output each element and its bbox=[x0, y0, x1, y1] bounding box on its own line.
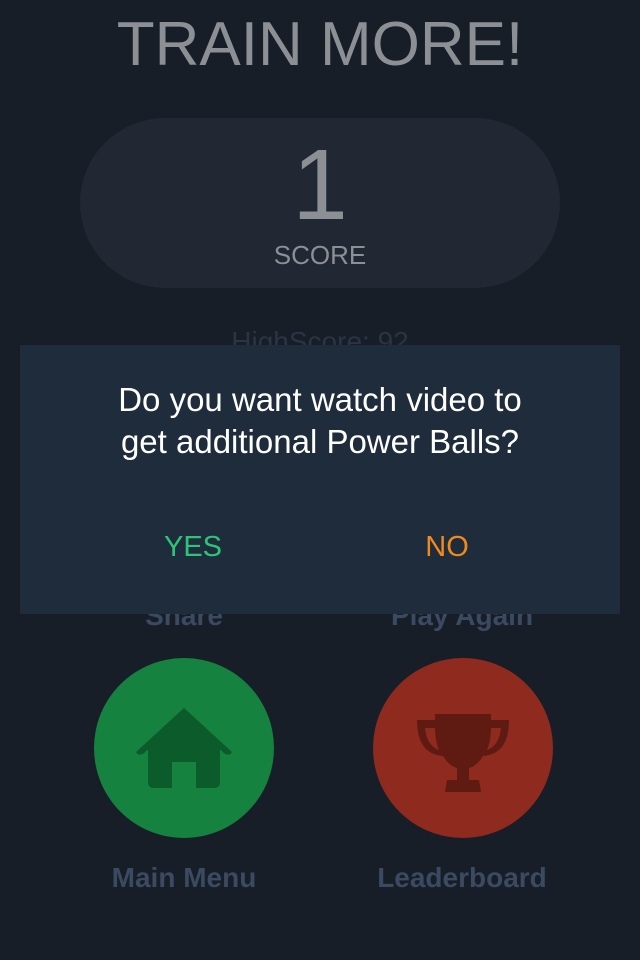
yes-button[interactable]: YES bbox=[93, 529, 293, 565]
score-label: SCORE bbox=[273, 240, 367, 270]
leaderboard-button[interactable] bbox=[373, 658, 553, 838]
no-button[interactable]: NO bbox=[347, 529, 547, 565]
dialog-message: Do you want watch video to get additiona… bbox=[20, 379, 620, 463]
dialog-message-line1: Do you want watch video to bbox=[118, 381, 522, 418]
leaderboard-label: Leaderboard bbox=[377, 862, 547, 893]
home-icon bbox=[136, 708, 232, 788]
game-over-screen: TRAIN MORE! 1 SCORE HighScore: 92 Share … bbox=[0, 0, 640, 960]
trophy-icon bbox=[417, 714, 509, 792]
score-value: 1 bbox=[292, 129, 348, 241]
page-title: TRAIN MORE! bbox=[116, 10, 524, 79]
main-menu-button[interactable] bbox=[94, 658, 274, 838]
video-reward-dialog: Do you want watch video to get additiona… bbox=[20, 345, 620, 614]
dialog-message-line2: get additional Power Balls? bbox=[120, 423, 520, 460]
main-menu-label: Main Menu bbox=[111, 862, 257, 893]
